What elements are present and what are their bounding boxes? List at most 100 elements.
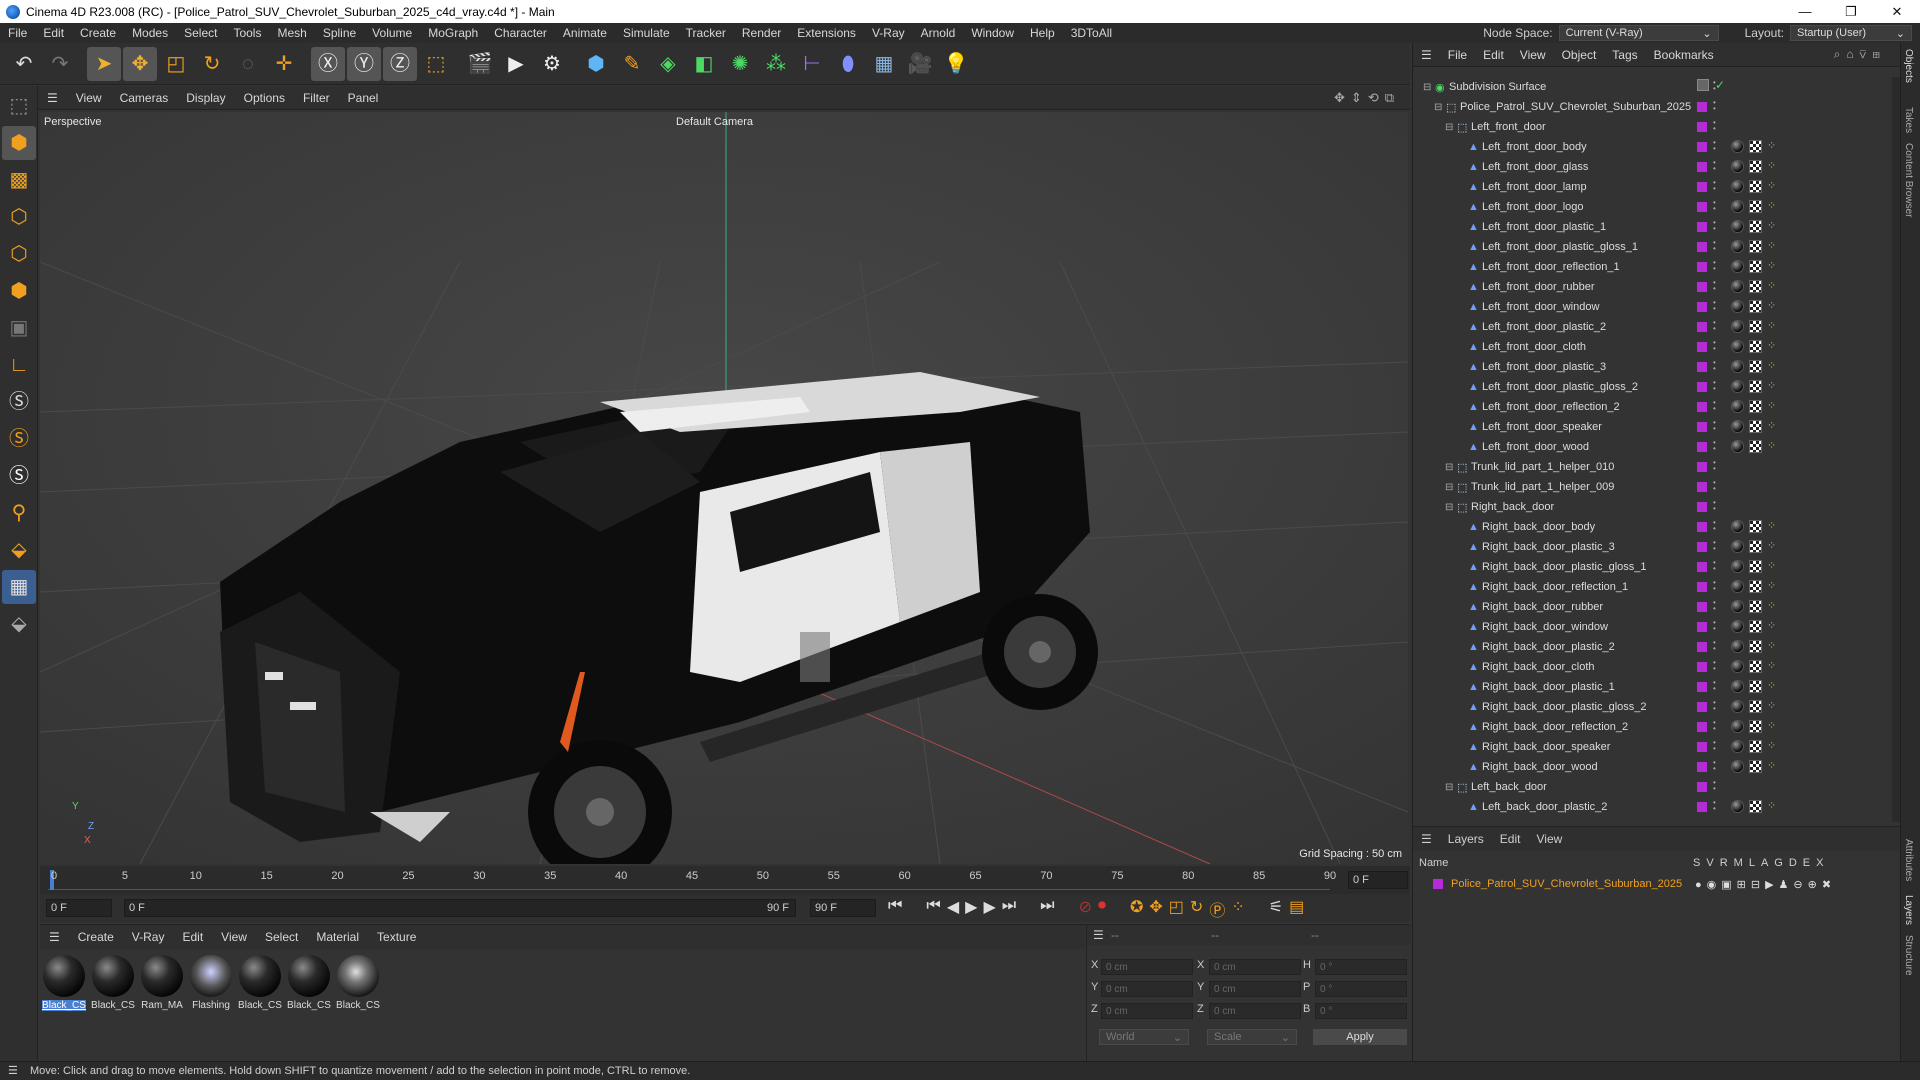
material-tag-icon[interactable] [1731,180,1744,193]
create-object-button[interactable]: ✛ [267,47,301,81]
recent-tool-button[interactable]: ◌ [231,47,265,81]
menu-tools[interactable]: Tools [225,26,269,40]
expand-toggle-icon[interactable]: ⊟ [1445,482,1453,493]
uvw-tag-icon[interactable] [1749,320,1762,333]
maximize-button[interactable]: ❐ [1828,0,1874,23]
layer-color-swatch[interactable] [1697,482,1707,492]
visibility-dots-icon[interactable]: • • [1713,199,1717,213]
object-name[interactable]: Left_front_door_speaker [1482,421,1602,433]
material-tag-icon[interactable] [1731,280,1744,293]
layer-color-swatch[interactable] [1697,382,1707,392]
object-row[interactable]: ▲ Left_front_door_plastic_gloss_1 • • ⁘ [1417,237,1889,257]
uvw-tag-icon[interactable] [1749,160,1762,173]
visibility-dots-icon[interactable]: • • [1713,659,1717,673]
selection-tag-icon[interactable]: ⁘ [1767,319,1776,332]
uvw-tag-icon[interactable] [1749,540,1762,553]
viewport-menu-options[interactable]: Options [235,91,294,105]
visibility-dots-icon[interactable]: • • [1713,239,1717,253]
selection-tag-icon[interactable]: ⁘ [1767,439,1776,452]
rotation-h-field[interactable]: 0 ° [1315,959,1407,975]
menu-spline[interactable]: Spline [315,26,364,40]
object-menu-icon[interactable]: ☰ [1413,48,1440,62]
layers-menu-edit[interactable]: Edit [1492,832,1529,846]
layer-color-swatch[interactable] [1697,702,1707,712]
visibility-dots-icon[interactable]: • • [1713,559,1717,573]
object-row[interactable]: ▲ Left_front_door_plastic_gloss_2 • • ⁘ [1417,377,1889,397]
layer-color-swatch[interactable] [1697,542,1707,552]
layer-color-swatch[interactable] [1697,102,1707,112]
material-tag-icon[interactable] [1731,580,1744,593]
axis-mode-button[interactable]: ∟ [2,348,36,382]
material-tag-icon[interactable] [1731,800,1744,813]
visibility-dots-icon[interactable]: • • [1713,619,1717,633]
uvw-tag-icon[interactable] [1749,440,1762,453]
viewport-menu-panel[interactable]: Panel [339,91,388,105]
uvw-tag-icon[interactable] [1749,600,1762,613]
object-name[interactable]: Left_front_door_lamp [1482,181,1587,193]
object-name[interactable]: Police_Patrol_SUV_Chevrolet_Suburban_202… [1460,101,1691,113]
object-name[interactable]: Left_front_door_plastic_gloss_1 [1482,241,1638,253]
menu-create[interactable]: Create [72,26,124,40]
layers-menu-icon[interactable]: ☰ [1413,832,1440,846]
uvw-tag-icon[interactable] [1749,520,1762,533]
menu-tracker[interactable]: Tracker [678,26,734,40]
uvw-tag-icon[interactable] [1749,560,1762,573]
selection-tag-icon[interactable]: ⁘ [1767,259,1776,272]
layer-color-swatch[interactable] [1697,162,1707,172]
visibility-dots-icon[interactable]: • • [1713,799,1717,813]
selection-tag-icon[interactable]: ⁘ [1767,539,1776,552]
selection-tag-icon[interactable]: ⁘ [1767,219,1776,232]
material-tag-icon[interactable] [1731,660,1744,673]
position-z-field[interactable]: 0 cm [1101,1003,1193,1019]
object-row[interactable]: ▲ Right_back_door_cloth • • ⁘ [1417,657,1889,677]
selection-tag-icon[interactable]: ⁘ [1767,619,1776,632]
viewport-menu-view[interactable]: View [67,91,111,105]
layer-color-swatch[interactable] [1697,582,1707,592]
z-axis-lock-button[interactable]: Ⓩ [383,46,417,81]
object-row[interactable]: ▲ Right_back_door_reflection_1 • • ⁘ [1417,577,1889,597]
3d-viewport[interactable]: Perspective Default Camera Grid Spacing … [40,112,1408,864]
motion-system-icon[interactable]: ⚟ [1269,897,1283,921]
snap-button[interactable]: Ⓢ [2,385,36,419]
layer-row[interactable]: Police_Patrol_SUV_Chevrolet_Suburban_202… [1419,875,1893,893]
uvw-tag-icon[interactable] [1749,740,1762,753]
visibility-dots-icon[interactable]: • • [1713,679,1717,693]
material-tag-icon[interactable] [1731,620,1744,633]
material-tag-icon[interactable] [1731,560,1744,573]
object-row[interactable]: ▲ Right_back_door_window • • ⁘ [1417,617,1889,637]
object-menu-view[interactable]: View [1512,48,1554,62]
material-tag-icon[interactable] [1731,600,1744,613]
visibility-dots-icon[interactable]: • • [1713,339,1717,353]
object-name[interactable]: Right_back_door [1471,501,1554,513]
uvw-tag-icon[interactable] [1749,400,1762,413]
visibility-dots-icon[interactable]: • • [1713,319,1717,333]
extrude-button[interactable]: ◧ [687,47,721,81]
material-tag-icon[interactable] [1731,640,1744,653]
material-menu-create[interactable]: Create [69,930,123,944]
object-name[interactable]: Left_front_door_rubber [1482,281,1595,293]
layer-color-swatch[interactable] [1697,142,1707,152]
object-name[interactable]: Right_back_door_wood [1482,761,1598,773]
layer-color-swatch[interactable] [1697,662,1707,672]
selection-tag-icon[interactable]: ⁘ [1767,299,1776,312]
grid-plane-button[interactable]: ▦ [2,570,36,604]
material-tag-icon[interactable] [1731,200,1744,213]
layer-color-swatch[interactable] [1697,602,1707,612]
layer-color-swatch[interactable] [1697,402,1707,412]
object-row[interactable]: ▲ Left_front_door_plastic_2 • • ⁘ [1417,317,1889,337]
layer-color-swatch[interactable] [1433,879,1443,889]
layer-color-swatch[interactable] [1697,362,1707,372]
coord-mode-dropdown[interactable]: Scale ⌄ [1207,1029,1297,1045]
undo-button[interactable]: ↶ [7,47,41,81]
object-row[interactable]: ▲ Right_back_door_plastic_gloss_2 • • ⁘ [1417,697,1889,717]
menu-character[interactable]: Character [486,26,555,40]
visibility-dots-icon[interactable]: • • [1713,719,1717,733]
visibility-dots-icon[interactable]: • • [1713,259,1717,273]
material-tag-icon[interactable] [1731,360,1744,373]
layer-color-swatch[interactable] [1697,802,1707,812]
object-name[interactable]: Right_back_door_reflection_2 [1482,721,1628,733]
visibility-dots-icon[interactable]: • • [1713,739,1717,753]
layer-color-swatch[interactable] [1697,502,1707,512]
node-space-dropdown[interactable]: Current (V-Ray) ⌄ [1558,25,1719,41]
model-mode-button[interactable]: ⬢ [2,126,36,160]
